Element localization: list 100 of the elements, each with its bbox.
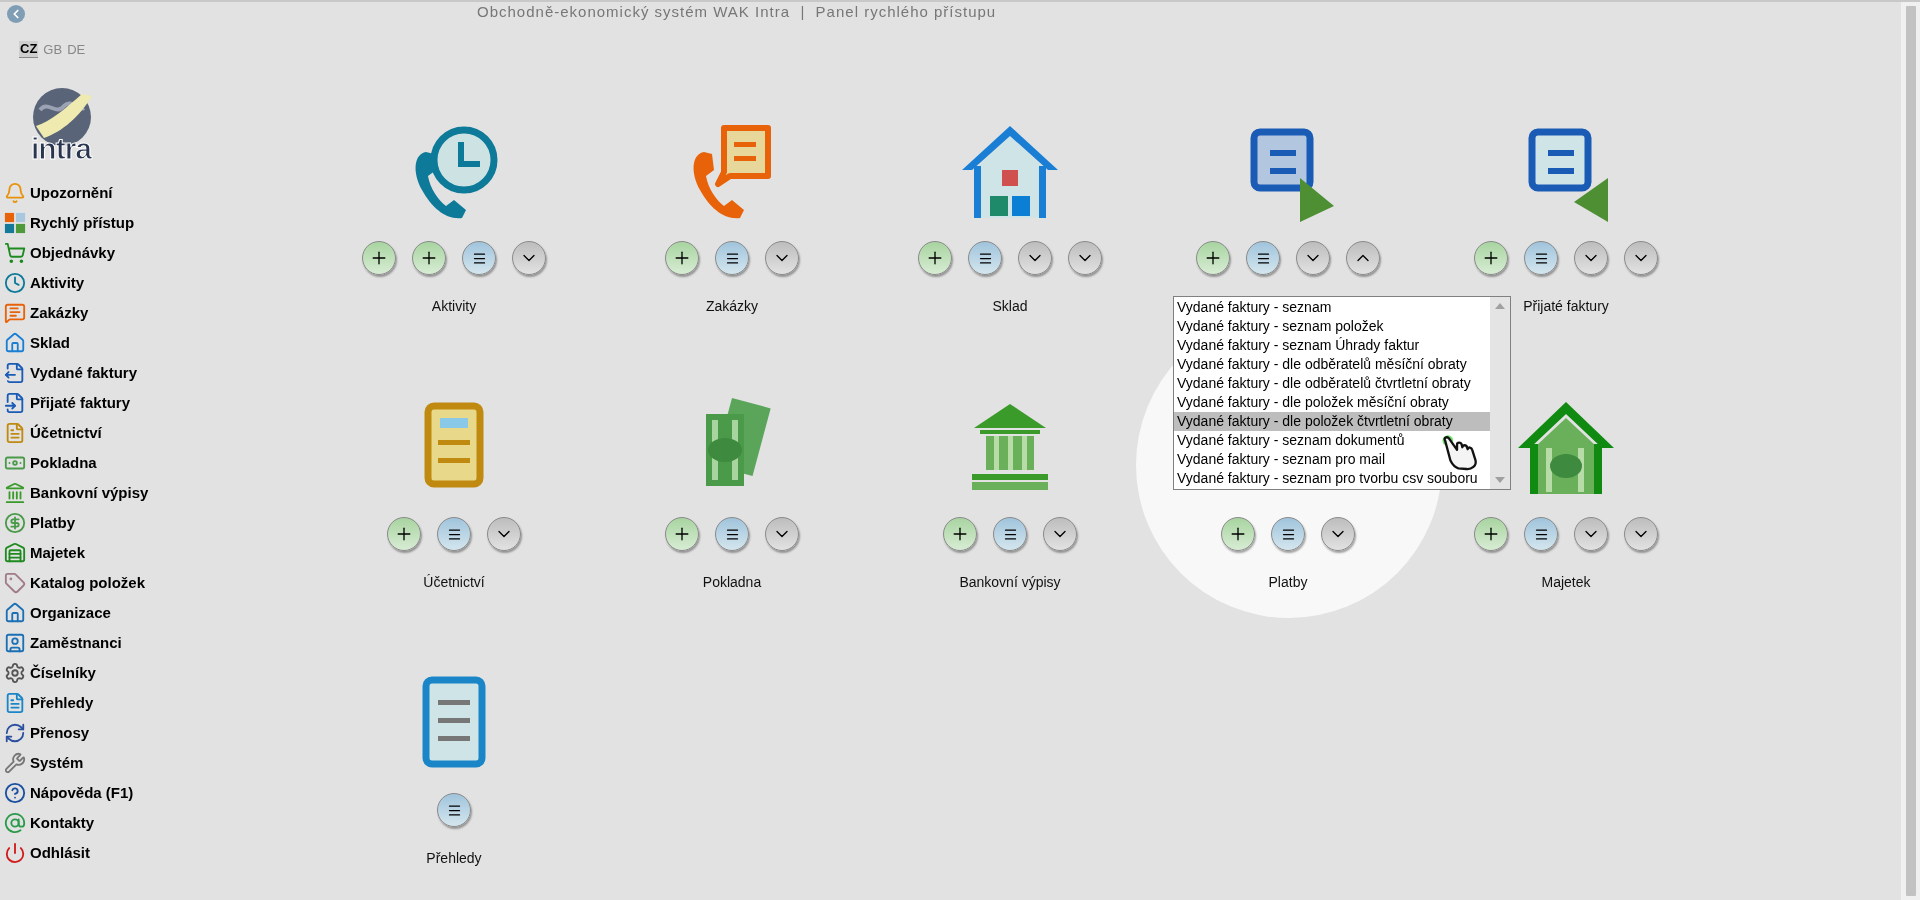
sidebar-item[interactable]: Přenosy: [30, 721, 90, 745]
list-button[interactable]: [1524, 241, 1558, 275]
house-icon: [4, 332, 26, 354]
dropdown-button[interactable]: [1574, 241, 1608, 275]
add-button[interactable]: [665, 517, 699, 551]
list-button[interactable]: [1246, 241, 1280, 275]
dropdown-button[interactable]: [512, 241, 546, 275]
tile-label[interactable]: Majetek: [1541, 574, 1591, 590]
sidebar-item[interactable]: Zaměstnanci: [30, 631, 122, 655]
document-icon: [4, 392, 26, 414]
dropdown-button[interactable]: [1018, 241, 1052, 275]
dropdown-button[interactable]: [1624, 517, 1658, 551]
document-icon: [4, 362, 26, 384]
document-icon: [4, 422, 26, 444]
dropdown-button[interactable]: [765, 241, 799, 275]
tile-label[interactable]: Účetnictví: [423, 574, 485, 590]
sidebar-item[interactable]: Odhlásit: [30, 841, 90, 865]
sidebar-item[interactable]: Objednávky: [30, 241, 116, 265]
add-button[interactable]: [918, 241, 952, 275]
sidebar-item[interactable]: Bankovní výpisy: [30, 481, 149, 505]
sidebar-item[interactable]: Nápověda (F1): [30, 781, 134, 805]
sidebar-item[interactable]: Sklad: [30, 331, 71, 355]
tile-label[interactable]: Přehledy: [426, 850, 482, 866]
tile-label[interactable]: Zakázky: [705, 298, 759, 314]
sidebar-item[interactable]: Katalog položek: [30, 571, 145, 595]
menu-icon: [1280, 526, 1296, 542]
bank-icon: [4, 482, 26, 504]
dropdown-button[interactable]: [765, 517, 799, 551]
menu-icon: [724, 526, 740, 542]
sidebar-item[interactable]: Aktivity: [30, 271, 85, 295]
menu-icon: [471, 250, 487, 266]
page-scrollbar[interactable]: [1901, 2, 1920, 900]
dropdown-button[interactable]: [487, 517, 521, 551]
sync-icon: [4, 722, 26, 744]
scroll-thumb[interactable]: [1905, 6, 1916, 896]
sidebar-item[interactable]: Přehledy: [30, 691, 94, 715]
back-button[interactable]: [7, 5, 25, 23]
dropdown-button[interactable]: [1624, 241, 1658, 275]
list-button[interactable]: [437, 793, 471, 827]
window-title: Obchodně-ekonomický systém WAK Intra | Panel rychlého přístupu: [477, 3, 998, 21]
menu-icon: [1533, 250, 1549, 266]
add-button[interactable]: [412, 241, 446, 275]
tile-label[interactable]: Aktivity: [431, 298, 477, 314]
list-button[interactable]: [1524, 517, 1558, 551]
dropdown-button[interactable]: [1574, 517, 1608, 551]
language-button[interactable]: CZ: [19, 41, 39, 58]
sidebar-item[interactable]: Pokladna: [30, 451, 97, 475]
tile-label[interactable]: Přijaté faktury: [1523, 298, 1609, 314]
wrench-icon: [4, 752, 26, 774]
list-button[interactable]: [437, 517, 471, 551]
dropdown-button[interactable]: [1296, 241, 1330, 275]
list-button[interactable]: [968, 241, 1002, 275]
house-icon: [4, 602, 26, 624]
tile-label[interactable]: Platby: [1268, 574, 1308, 590]
bell-icon: [4, 182, 26, 204]
sidebar-item[interactable]: Organizace: [30, 601, 111, 625]
sidebar-item[interactable]: Číselníky: [30, 661, 96, 685]
tag-icon: [4, 572, 26, 594]
help-icon: [4, 782, 26, 804]
list-button[interactable]: [993, 517, 1027, 551]
clock-icon: [4, 272, 26, 294]
menu-icon: [724, 250, 740, 266]
list-button[interactable]: [715, 517, 749, 551]
listbox-option[interactable]: Vydané faktury - dle položek čtvrtletní obraty: [1174, 412, 1490, 431]
grid-icon: [4, 212, 26, 234]
sidebar-item[interactable]: Vydané faktury: [30, 361, 137, 385]
add-button[interactable]: [387, 517, 421, 551]
sidebar-item[interactable]: Rychlý přístup: [30, 211, 135, 235]
menu-icon: [977, 250, 993, 266]
sidebar-item[interactable]: Kontakty: [30, 811, 95, 835]
menu-icon: [446, 526, 462, 542]
coin-icon: [4, 512, 26, 534]
add-button[interactable]: [1196, 241, 1230, 275]
sidebar-item[interactable]: Majetek: [30, 541, 86, 565]
warehouse-icon: [4, 542, 26, 564]
list-button[interactable]: [462, 241, 496, 275]
add-button[interactable]: [1474, 241, 1508, 275]
menu-icon: [1533, 526, 1549, 542]
sidebar-item[interactable]: Účetnictví: [30, 421, 102, 445]
sidebar-item[interactable]: Systém: [30, 751, 84, 775]
menu-icon: [1002, 526, 1018, 542]
menu-icon: [446, 802, 462, 818]
report-listbox[interactable]: [1173, 296, 1511, 490]
sidebar-item[interactable]: Zakázky: [30, 301, 89, 325]
dropdown-button[interactable]: [1346, 241, 1380, 275]
tile-label[interactable]: Bankovní výpisy: [959, 574, 1061, 590]
sidebar-item[interactable]: Platby: [30, 511, 75, 535]
sidebar-item[interactable]: Upozornění: [30, 181, 113, 205]
power-icon: [4, 842, 26, 864]
sidebar-item[interactable]: Přijaté faktury: [30, 391, 131, 415]
add-button[interactable]: [943, 517, 977, 551]
tile-label[interactable]: Pokladna: [702, 574, 762, 590]
add-button[interactable]: [1474, 517, 1508, 551]
add-button[interactable]: [665, 241, 699, 275]
add-button[interactable]: [362, 241, 396, 275]
dropdown-button[interactable]: [1068, 241, 1102, 275]
at-sign-icon: [4, 812, 26, 834]
tile-label[interactable]: Sklad: [992, 298, 1028, 314]
dropdown-button[interactable]: [1043, 517, 1077, 551]
list-button[interactable]: [715, 241, 749, 275]
